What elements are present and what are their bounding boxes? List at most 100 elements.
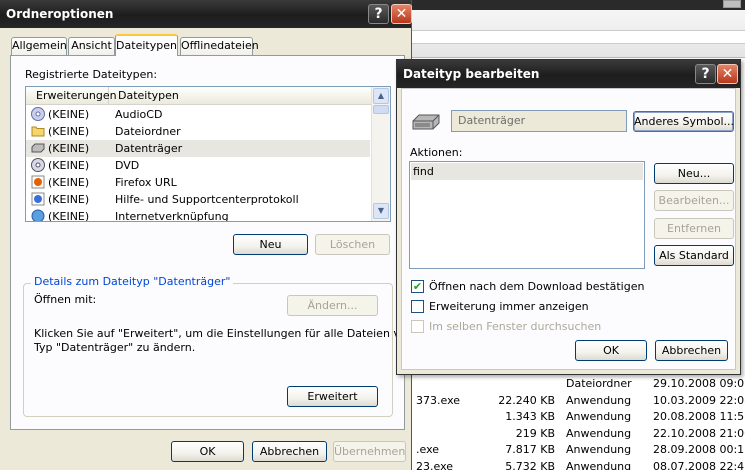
always-show-extension-checkbox[interactable] [411,300,424,313]
edit-cancel-button[interactable]: Abbrechen [655,340,728,361]
file-type: Anwendung [566,410,632,423]
confirm-open-label: Öffnen nach dem Download bestätigen [429,280,645,293]
type-name-field[interactable]: Datenträger [451,110,627,132]
column-header-extensions[interactable]: Erweiterungen [26,87,117,105]
tab-page: Registrierte Dateitypen: Erweiterungen D… [10,55,417,430]
row-type: AudioCD [115,108,163,121]
list-header: Erweiterungen Dateitypen [26,87,371,105]
file-name: 23.exe [416,459,454,470]
same-window-label: Im selben Fenster durchsuchen [429,320,602,333]
row-type: Dateiordner [115,125,181,138]
column-header-types[interactable]: Dateitypen [110,87,179,105]
window-title: Ordneroptionen [6,7,114,21]
row-type: Firefox URL [115,176,177,189]
scroll-up-button[interactable]: ▲ [373,88,389,104]
table-row[interactable]: (KEINE) Firefox URL [26,174,370,191]
edit-close-icon[interactable]: ✕ [717,64,738,84]
file-size: 22.240 KB [498,393,555,407]
confirm-open-checkbox[interactable]: ✔ [411,280,424,293]
row-type: Datenträger [115,142,183,155]
row-extension: (KEINE) [48,125,90,138]
list-rows: (KEINE) AudioCD (KEINE) Dateiordner (KEINE) D… [26,106,371,222]
details-text-line-2: Typ "Datenträger" zu ändern. [34,341,196,354]
other-icon-button[interactable]: Anderes Symbol... [633,111,734,132]
folder-icon [31,124,45,138]
file-date: 29.10.2008 09:01 [653,377,745,390]
same-window-checkbox[interactable] [411,320,424,333]
table-row[interactable]: (KEINE) Internetverknüpfung [26,208,370,222]
scroll-thumb[interactable] [373,105,389,114]
cancel-button[interactable]: Abbrechen [252,441,327,462]
table-row[interactable]: (KEINE) Datenträger [26,140,370,157]
details-group-title: Details zum Dateityp "Datenträger" [31,275,234,289]
row-extension: (KEINE) [48,193,90,206]
file-types-list[interactable]: Erweiterungen Dateitypen (KEINE) AudioCD(… [25,86,391,222]
help-icon[interactable]: ? [368,4,389,24]
file-date: 22.10.2008 21:06 [653,426,745,440]
scroll-down-button[interactable]: ▼ [373,203,389,219]
drive-icon [31,141,45,155]
remove-action-button[interactable]: Entfernen [654,218,734,239]
edit-file-type-dialog: Dateityp bearbeiten ? ✕ Datenträger Ande… [396,59,741,375]
advanced-button[interactable]: Erweitert [287,386,378,407]
action-item-label: find [413,165,434,178]
internet-shortcut-icon [31,209,45,221]
edit-help-icon[interactable]: ? [695,64,716,84]
tab-ansicht[interactable]: Ansicht [68,37,115,55]
details-text-line-1: Klicken Sie auf "Erweitert", um die Eins… [34,327,418,340]
delete-type-button[interactable]: Löschen [315,234,390,255]
explorer-address-bar[interactable] [410,30,745,44]
file-type: Dateiordner [566,377,632,390]
table-row[interactable]: (KEINE) Hilfe- und Supportcenterprotokoll [26,191,370,208]
row-extension: (KEINE) [48,176,90,189]
edit-action-button[interactable]: Bearbeiten... [654,190,734,211]
row-type: Hilfe- und Supportcenterprotokoll [115,193,299,206]
row-extension: (KEINE) [48,108,90,121]
change-button[interactable]: Ändern... [287,295,378,316]
file-name: .exe [416,443,440,456]
edit-ok-button[interactable]: OK [575,340,647,361]
action-item-find[interactable]: find [411,163,643,180]
file-type: Anwendung [566,459,632,470]
audio-cd-icon [31,107,45,121]
edit-dialog-title: Dateityp bearbeiten [403,67,540,81]
opens-with-label: Öffnen mit: [34,293,97,306]
ok-button[interactable]: OK [171,441,244,462]
vertical-scrollbar[interactable]: ▲ ▼ [371,87,390,221]
row-type: Internetverknüpfung [115,210,229,222]
set-default-button[interactable]: Als Standard [654,245,734,266]
file-name: 373.exe [416,393,461,407]
actions-label: Aktionen: [410,146,463,159]
row-extension: (KEINE) [48,210,90,222]
actions-list[interactable]: find [409,161,645,269]
dvd-icon [31,158,45,172]
always-show-extension-label: Erweiterung immer anzeigen [429,300,589,313]
tab-dateitypen[interactable]: Dateitypen [115,34,178,56]
explorer-title-bar [410,0,745,10]
file-type: Anwendung [566,443,632,456]
new-action-button[interactable]: Neu... [654,163,734,184]
row-type: DVD [115,159,140,172]
file-type: Anwendung [566,393,632,407]
table-row[interactable]: (KEINE) AudioCD [26,106,370,123]
file-date: 28.09.2008 00:17 [653,443,745,456]
apply-button[interactable]: Übernehmen [333,441,406,462]
help-icon [31,192,45,206]
row-extension: (KEINE) [48,159,90,172]
edit-dialog-title-bar: Dateityp bearbeiten [397,60,740,88]
table-row[interactable]: (KEINE) Dateiordner [26,123,370,140]
new-type-button[interactable]: Neu [233,234,308,255]
tab-offlinedateien[interactable]: Offlinedateien [180,37,259,55]
file-type: Anwendung [566,426,632,440]
close-icon[interactable]: ✕ [391,4,412,24]
explorer-close-icon[interactable] [723,0,741,8]
row-extension: (KEINE) [48,142,90,155]
file-date: 10.03.2009 22:08 [653,393,745,407]
tab-allgemein[interactable]: Allgemein [11,37,67,55]
file-date: 20.08.2008 11:53 [653,410,745,423]
file-size: 5.732 KB [505,459,555,470]
folder-options-dialog: Ordneroptionen ? ✕ Allgemein Ansicht Dat… [0,0,417,470]
file-size: 219 KB [515,426,555,440]
firefox-icon [31,175,45,189]
table-row[interactable]: (KEINE) DVD [26,157,370,174]
